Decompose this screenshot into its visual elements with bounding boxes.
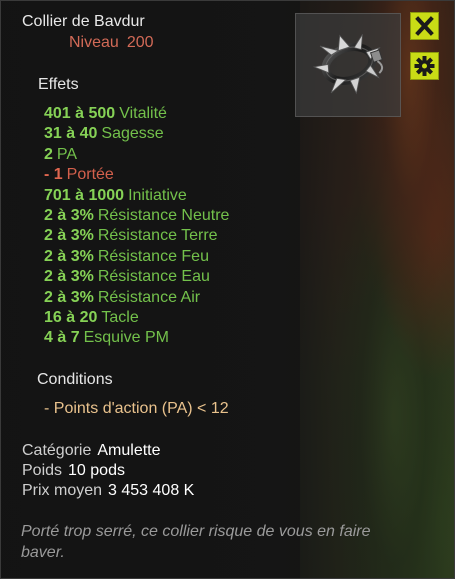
effect-value: 2 à 3% [44,268,94,286]
item-image-frame [295,13,401,117]
effects-heading: Effets [38,76,79,93]
effect-line: 2 à 3% Résistance Neutre [44,206,229,226]
effect-stat-name: Résistance Neutre [97,206,230,224]
effect-stat-name: Portée [66,166,114,184]
effect-stat-name: Sagesse [101,125,164,143]
effect-stat-name: Résistance Terre [97,227,218,245]
spiked-collar-icon [312,34,384,95]
effect-value: 2 [44,145,53,163]
effect-value: 4 à 7 [44,329,80,347]
effect-value: 31 à 40 [44,125,98,143]
effect-line: - 1 Portée [44,165,229,185]
effect-line: 2 à 3% Résistance Air [44,288,229,308]
effect-line: 401 à 500 Vitalité [44,104,229,124]
effect-line: 31 à 40 Sagesse [44,124,229,144]
level-label: Niveau [69,34,119,51]
item-level: Niveau 200 [69,34,154,52]
effect-line: 2 à 3% Résistance Feu [44,247,229,267]
effect-value: 701 à 1000 [44,186,125,204]
effect-value: - 1 [44,166,63,184]
weight-value: 10 pods [68,462,125,479]
effect-value: 2 à 3% [44,288,94,306]
effect-line: 2 PA [44,145,229,165]
condition-item: - Points d'action (PA) < 12 [44,400,229,417]
effect-value: 16 à 20 [44,308,98,326]
price-value: 3 453 408 K [108,482,195,499]
close-icon [415,16,434,36]
price-label: Prix moyen [22,482,103,499]
item-tooltip-panel: Collier de Bavdur Niveau 200 Effets 401 … [0,0,455,579]
price-row: Prix moyen 3 453 408 K [22,482,194,500]
effect-stat-name: Résistance Feu [97,247,209,265]
effect-value: 2 à 3% [44,247,94,265]
close-button[interactable] [410,12,439,40]
effect-stat-name: PA [56,145,78,163]
effect-stat-name: Résistance Air [97,288,201,306]
settings-button[interactable] [410,52,439,80]
level-value: 200 [126,34,154,51]
category-value: Amulette [97,442,161,459]
weight-label: Poids [22,462,63,479]
effect-line: 701 à 1000 Initiative [44,186,229,206]
effect-line: 4 à 7 Esquive PM [44,328,229,348]
weight-row: Poids 10 pods [22,462,125,480]
effect-stat-name: Tacle [101,308,139,326]
category-label: Catégorie [22,442,92,459]
effect-line: 2 à 3% Résistance Terre [44,226,229,246]
effect-value: 2 à 3% [44,206,94,224]
item-name: Collier de Bavdur [22,13,145,30]
gear-icon [414,56,435,76]
effect-line: 2 à 3% Résistance Eau [44,267,229,287]
effect-stat-name: Esquive PM [83,329,169,347]
item-description: Porté trop serré, ce collier risque de v… [21,523,371,561]
category-row: Catégorie Amulette [22,442,161,460]
effect-stat-name: Vitalité [119,105,167,122]
effect-stat-name: Initiative [128,186,187,204]
effect-line: 16 à 20 Tacle [44,308,229,328]
effects-list: 401 à 500 Vitalité 31 à 40 Sagesse 2 PA - 1 Por… [44,104,229,349]
effect-value: 401 à 500 [44,105,116,122]
effect-stat-name: Résistance Eau [97,268,210,286]
effect-value: 2 à 3% [44,227,94,245]
conditions-heading: Conditions [37,371,113,388]
